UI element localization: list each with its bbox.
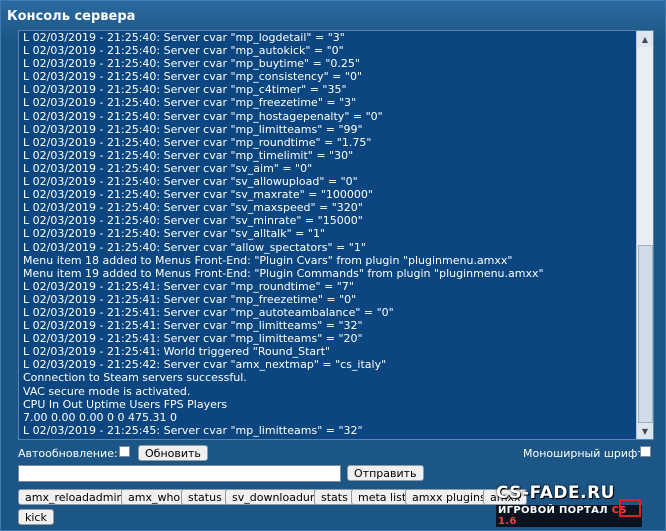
cmd-status-button[interactable]: status [181, 489, 229, 505]
cmd-meta-list-button[interactable]: meta list [351, 489, 414, 505]
console-line: L 02/03/2019 - 21:25:41: Server cvar "mp… [23, 279, 354, 293]
console-line: Menu item 19 added to Menus Front-End: "… [23, 266, 544, 280]
scroll-thumb[interactable] [638, 245, 653, 423]
console-output: L 02/03/2019 - 21:25:40: Server cvar "mp… [19, 31, 637, 439]
console-line: VAC secure mode is activated. [23, 384, 191, 398]
console-line: L 02/03/2019 - 21:25:41: Server cvar "mp… [23, 292, 357, 306]
console-line: L 02/03/2019 - 21:25:41: World triggered… [23, 345, 331, 359]
console-line: L 02/03/2019 - 21:25:40: Server cvar "mp… [23, 44, 344, 58]
console-line: L 02/03/2019 - 21:25:40: Server cvar "mp… [23, 31, 345, 44]
cmd-sv-downloadurl-button[interactable]: sv_downloadurl [225, 489, 325, 505]
console-controls: Автообновление: Обновить Моноширный шриф… [18, 445, 652, 463]
console-line: L 02/03/2019 - 21:25:40: Server cvar "mp… [23, 96, 357, 110]
console-line: CPU In Out Uptime Users FPS Players [23, 397, 228, 411]
console-line: L 02/03/2019 - 21:25:42: Server cvar "am… [23, 358, 387, 372]
server-console-panel: Консоль сервера L 02/03/2019 - 21:25:40:… [0, 0, 666, 531]
cmd-amx-reloadadmins-button[interactable]: amx_reloadadmins [18, 489, 137, 505]
watermark-sub-prefix: ИГРОВОЙ ПОРТАЛ [498, 505, 612, 516]
monospace-label: Моноширный шрифт: [523, 447, 648, 460]
console-line: L 02/03/2019 - 21:25:40: Server cvar "mp… [23, 70, 363, 84]
console-line: 7.00 0.00 0.00 0 0 475.31 0 [23, 410, 177, 424]
send-button[interactable]: Отправить [347, 465, 424, 481]
console-line: L 02/03/2019 - 21:25:40: Server cvar "sv… [23, 161, 313, 175]
console-line: L 02/03/2019 - 21:25:40: Server cvar "mp… [23, 83, 347, 97]
console-line: L 02/03/2019 - 21:25:40: Server cvar "sv… [23, 201, 363, 215]
console-line: L 02/03/2019 - 21:25:40: Server cvar "mp… [23, 135, 372, 149]
watermark-main: CS-FADE.RU [496, 483, 615, 503]
watermark-frame [619, 499, 641, 517]
cmd-stats-button[interactable]: stats [314, 489, 355, 505]
cmd-amx-who-button[interactable]: amx_who [121, 489, 188, 505]
monospace-checkbox[interactable] [640, 446, 651, 457]
console-line: L 02/03/2019 - 21:25:41: Server cvar "mp… [23, 319, 363, 333]
watermark-logo: CS-FADE.RU ИГРОВОЙ ПОРТАЛ CS 1.6 [488, 483, 642, 527]
console-line: L 02/03/2019 - 21:25:40: Server cvar "mp… [23, 148, 354, 162]
console-area[interactable]: L 02/03/2019 - 21:25:40: Server cvar "mp… [18, 30, 654, 440]
auto-refresh-checkbox[interactable] [119, 446, 130, 457]
command-input[interactable] [18, 465, 341, 482]
console-line: Connection to Steam servers successful. [23, 371, 247, 385]
auto-refresh-label: Автообновление: [18, 447, 118, 460]
console-line: L 02/03/2019 - 21:25:40: Server cvar "sv… [23, 227, 326, 241]
page-title: Консоль сервера [7, 9, 136, 24]
scroll-up-icon[interactable]: ▲ [637, 31, 653, 47]
console-line: L 02/03/2019 - 21:25:40: Server cvar "al… [23, 240, 366, 254]
scroll-down-icon[interactable]: ▼ [637, 423, 653, 439]
console-line: L 02/03/2019 - 21:25:41: Server cvar "mp… [23, 305, 394, 319]
console-line: L 02/03/2019 - 21:25:40: Server cvar "mp… [23, 122, 363, 136]
console-line: L 02/03/2019 - 21:25:40: Server cvar "sv… [23, 175, 358, 189]
console-line: L 02/03/2019 - 21:25:45: Server cvar "mp… [23, 423, 363, 437]
console-line: L 02/03/2019 - 21:25:40: Server cvar "sv… [23, 188, 373, 202]
console-line: Menu item 18 added to Menus Front-End: "… [23, 253, 513, 267]
cmd-amxx-plugins-button[interactable]: amxx plugins [405, 489, 493, 505]
refresh-button[interactable]: Обновить [138, 445, 208, 461]
console-line: L 02/03/2019 - 21:25:40: Server cvar "mp… [23, 57, 360, 71]
console-line: L 02/03/2019 - 21:25:40: Server cvar "sv… [23, 214, 363, 228]
console-line: L 02/03/2019 - 21:25:41: Server cvar "mp… [23, 332, 363, 346]
console-scrollbar[interactable]: ▲ ▼ [636, 31, 653, 439]
console-line: L 02/03/2019 - 21:25:40: Server cvar "mp… [23, 109, 383, 123]
cmd-kick-button[interactable]: kick [18, 509, 54, 525]
